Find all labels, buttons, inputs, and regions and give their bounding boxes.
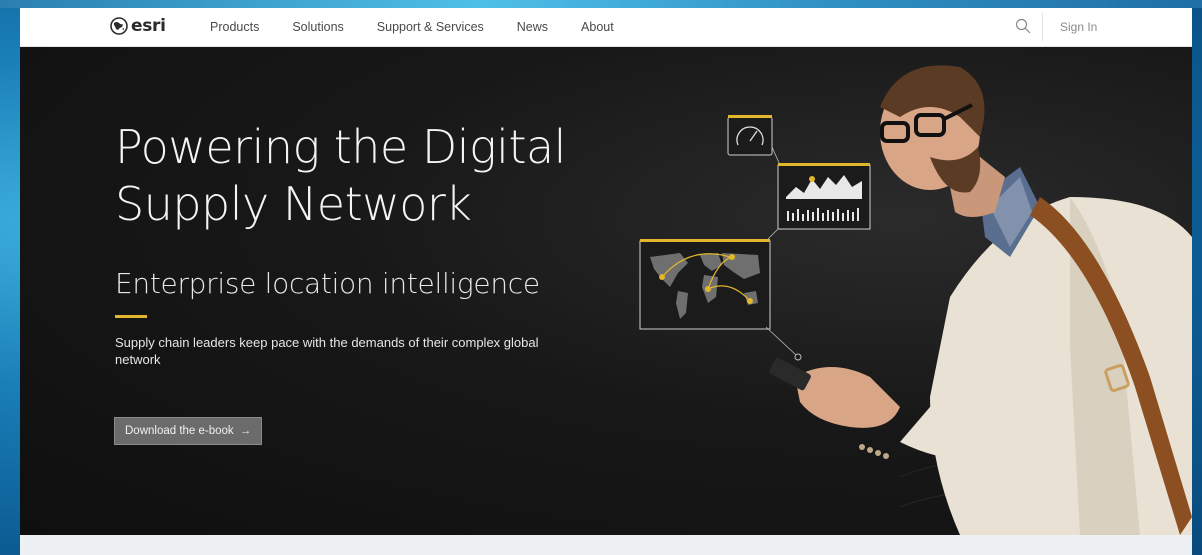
browser-page: esri Products Solutions Support & Servic… <box>20 8 1192 555</box>
nav-divider <box>1042 13 1043 41</box>
phone-icon <box>769 357 811 391</box>
accent-rule <box>115 315 147 318</box>
hero-illustration <box>639 65 1192 535</box>
world-map-icon <box>639 239 771 330</box>
next-section-preview <box>20 535 1192 555</box>
globe-icon <box>110 17 128 35</box>
arrow-right-icon: → <box>239 425 252 437</box>
sign-in-link[interactable]: Sign In <box>1060 20 1097 34</box>
backdrop-stripe <box>0 0 1202 8</box>
hero-title: Powering the Digital Supply Network <box>115 120 566 231</box>
chart-icon <box>777 163 871 230</box>
search-icon[interactable] <box>1015 18 1031 34</box>
hero-subtitle: Enterprise location intelligence <box>115 267 540 300</box>
download-ebook-button[interactable]: Download the e-book → <box>114 417 263 445</box>
cta-label: Download the e-book <box>125 425 234 437</box>
man-figure <box>769 65 1192 535</box>
hero-banner: Powering the Digital Supply Network Ente… <box>20 47 1192 535</box>
esri-logo[interactable]: esri <box>110 16 166 36</box>
nav-solutions[interactable]: Solutions <box>292 20 343 34</box>
nav-products[interactable]: Products <box>210 20 259 34</box>
main-nav: Products Solutions Support & Services Ne… <box>210 20 647 34</box>
gauge-icon <box>727 115 773 156</box>
hero-description: Supply chain leaders keep pace with the … <box>115 335 539 367</box>
nav-support-services[interactable]: Support & Services <box>377 20 484 34</box>
nav-news[interactable]: News <box>517 20 548 34</box>
nav-about[interactable]: About <box>581 20 614 34</box>
top-navigation: esri Products Solutions Support & Servic… <box>20 8 1192 47</box>
brand-wordmark: esri <box>131 16 166 36</box>
